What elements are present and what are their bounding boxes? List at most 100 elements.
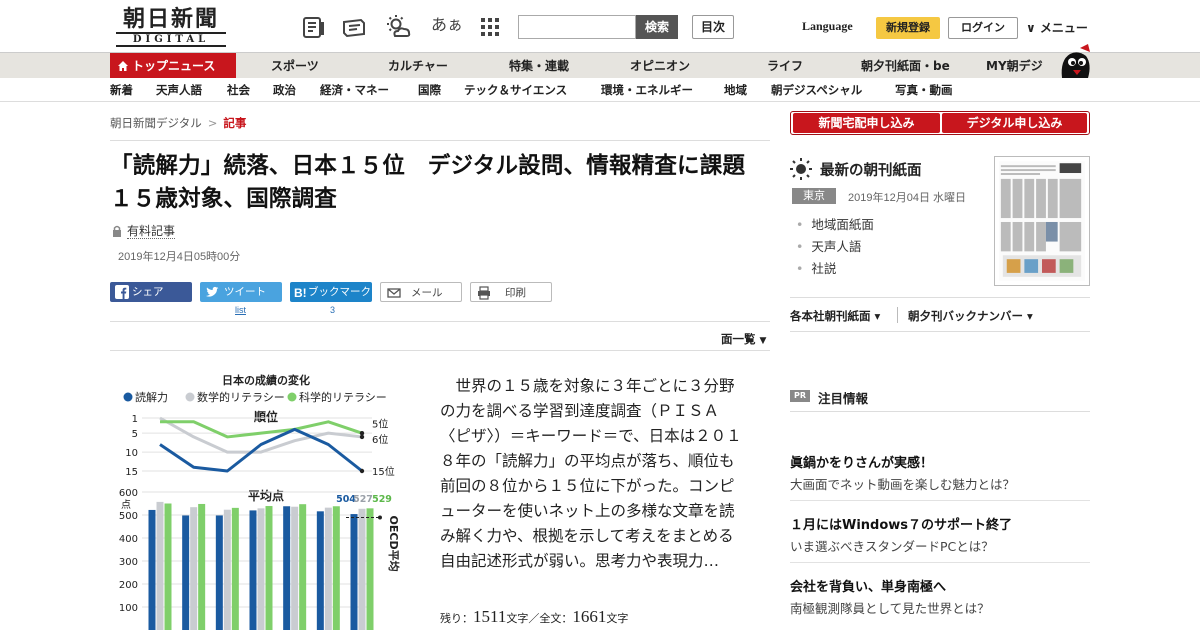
total-unit: 文字: [606, 612, 629, 625]
grid-menu-icon[interactable]: [477, 14, 503, 40]
logo-en: DIGITAL: [116, 32, 226, 47]
nav-top-news[interactable]: トップニュース: [110, 53, 236, 79]
score-bar-reading: [350, 514, 358, 630]
nav-features[interactable]: 特集・連載: [509, 53, 569, 79]
subnav-economy[interactable]: 経済・マネー: [320, 78, 389, 102]
nav-sports[interactable]: スポーツ: [271, 53, 319, 79]
divider: [790, 500, 1090, 501]
breadcrumb-home[interactable]: 朝日新聞デジタル: [110, 116, 202, 130]
pr-item-sub[interactable]: 大画面でネット動画を楽しむ魅力とは？: [790, 474, 1015, 493]
subnav-new[interactable]: 新着: [110, 78, 133, 102]
paper-link-region[interactable]: • 地域面紙面: [796, 214, 874, 233]
score-tick: 200: [119, 580, 138, 591]
register-button[interactable]: 新規登録: [876, 17, 940, 39]
subnav-photo[interactable]: 写真・動画: [895, 78, 953, 102]
pr-item-sub[interactable]: いま選ぶべきスタンダードPCとは？: [790, 536, 994, 555]
score-bar-math: [257, 508, 265, 630]
pr-item-sub[interactable]: 南極観測隊員として見た世界とは？: [790, 598, 990, 617]
page-list-label: 面一覧: [721, 332, 756, 346]
paper-link-tensei[interactable]: • 天声人語: [796, 236, 861, 255]
tweet-count[interactable]: list: [235, 305, 246, 315]
score-bar-science: [299, 504, 307, 630]
rank-lines: 5位 6位 15位: [159, 416, 395, 478]
nav-life[interactable]: ライフ: [767, 53, 803, 79]
page-list-toggle[interactable]: 面一覧 ▼: [721, 331, 766, 347]
score-end-label: 527: [353, 494, 373, 505]
language-link[interactable]: Language: [802, 19, 853, 34]
subnav-region[interactable]: 地域: [724, 78, 747, 102]
contents-button[interactable]: 目次: [692, 15, 734, 39]
search-button[interactable]: 検索: [636, 15, 678, 39]
nav-opinion[interactable]: オピニオン: [630, 53, 690, 79]
latest-paper-title[interactable]: 最新の朝刊紙面: [820, 159, 922, 180]
score-tick: 100: [119, 603, 138, 614]
score-bar-science: [164, 503, 172, 630]
pr-item-head[interactable]: 眞鍋かをりさんが実感！: [790, 452, 933, 471]
newspaper-icon[interactable]: [341, 14, 367, 40]
tweet-label: ツイート: [224, 286, 266, 298]
edition-dropdown[interactable]: 各本社朝刊紙面 ▾: [790, 308, 880, 324]
nav-top-news-label: トップニュース: [132, 59, 216, 73]
legend-label: 科学的リテラシー: [299, 390, 387, 404]
score-bar-reading: [316, 511, 324, 630]
subnav-tech[interactable]: テック＆サイエンス: [464, 78, 567, 102]
score-end-label: 529: [372, 494, 392, 505]
subnav-environment[interactable]: 環境・エネルギー: [601, 78, 693, 102]
score-bar-science: [265, 506, 273, 630]
rank-tick: 15: [125, 467, 138, 478]
menu-button[interactable]: ∨ メニュー: [1026, 19, 1088, 36]
bullet-icon: •: [796, 261, 804, 276]
score-bar-reading: [215, 515, 223, 630]
nav-my-asahi[interactable]: MY朝デジ: [986, 53, 1043, 79]
subnav-special[interactable]: 朝デジスペシャル: [771, 78, 862, 102]
legend-label: 読解力: [135, 390, 168, 404]
print-button[interactable]: 印刷: [470, 282, 552, 302]
chart-legend: 読解力 数学的リテラシー 科学的リテラシー: [123, 390, 387, 404]
score-bar-reading: [249, 510, 257, 630]
divider: [790, 411, 1090, 412]
backnumber-dropdown[interactable]: 朝夕刊バックナンバー ▾: [908, 308, 1033, 324]
facebook-share-button[interactable]: シェア: [110, 282, 192, 302]
pr-item-head[interactable]: 会社を背負い、単身南極へ: [790, 576, 946, 595]
digital-subscribe-button[interactable]: デジタル申し込み: [942, 113, 1087, 133]
home-icon: [118, 61, 128, 71]
breadcrumb: 朝日新聞デジタル > 記事: [110, 115, 246, 131]
main-nav: トップニュース スポーツ カルチャー 特集・連載 オピニオン ライフ 朝夕刊紙面…: [0, 52, 1200, 79]
paper-link-label: 社説: [811, 261, 837, 276]
news-icon[interactable]: [301, 14, 327, 40]
nav-culture[interactable]: カルチャー: [388, 53, 448, 79]
pisa-chart: 日本の成績の変化 読解力 数学的リテラシー 科学的リテラシー 順位 151015 5…: [119, 373, 401, 630]
paper-link-label: 天声人語: [811, 239, 862, 254]
score-bar-science: [366, 508, 374, 630]
rank-end-point: [359, 468, 365, 474]
weather-icon[interactable]: [386, 14, 412, 40]
login-button[interactable]: ログイン: [948, 17, 1018, 39]
bookmark-label: ブックマーク: [308, 286, 371, 298]
score-bar-math: [223, 509, 231, 630]
twitter-icon: [206, 286, 219, 297]
site-logo[interactable]: 朝日新聞 DIGITAL: [116, 8, 226, 47]
hatena-bookmark-button[interactable]: B! ブックマーク: [290, 282, 372, 302]
score-bar-reading: [283, 506, 291, 630]
subnav-international[interactable]: 国際: [418, 78, 441, 102]
bookmark-count[interactable]: 3: [330, 305, 335, 315]
subnav-tensei[interactable]: 天声人語: [156, 78, 202, 102]
subnav-society[interactable]: 社会: [227, 78, 250, 102]
font-size-icon[interactable]: あぁ: [431, 12, 463, 38]
search-input[interactable]: [518, 15, 636, 39]
mail-icon: [387, 288, 401, 298]
paid-text[interactable]: 有料記事: [127, 224, 176, 239]
mail-button[interactable]: メール: [380, 282, 462, 302]
score-bar-science: [231, 507, 239, 630]
score-tick: 500: [119, 511, 138, 522]
article-body: 世界の１５歳を対象に３年ごとに３分野の力を調べる学習到達度調査（ＰＩＳＡ〈ピザ〉…: [440, 377, 742, 570]
paper-thumbnail[interactable]: [994, 156, 1090, 286]
pr-item-head[interactable]: １月にはWindows７のサポート終了: [790, 514, 1012, 533]
twitter-share-button[interactable]: ツイート: [200, 282, 282, 302]
remain-unit: 文字／全文：: [506, 612, 573, 625]
paper-link-editorial[interactable]: • 社説: [796, 258, 836, 277]
newspaper-subscribe-button[interactable]: 新聞宅配申し込み: [793, 113, 940, 133]
nav-paper[interactable]: 朝夕刊紙面・be: [861, 53, 950, 79]
subnav-politics[interactable]: 政治: [273, 78, 296, 102]
mascot-icon[interactable]: [1058, 44, 1092, 80]
